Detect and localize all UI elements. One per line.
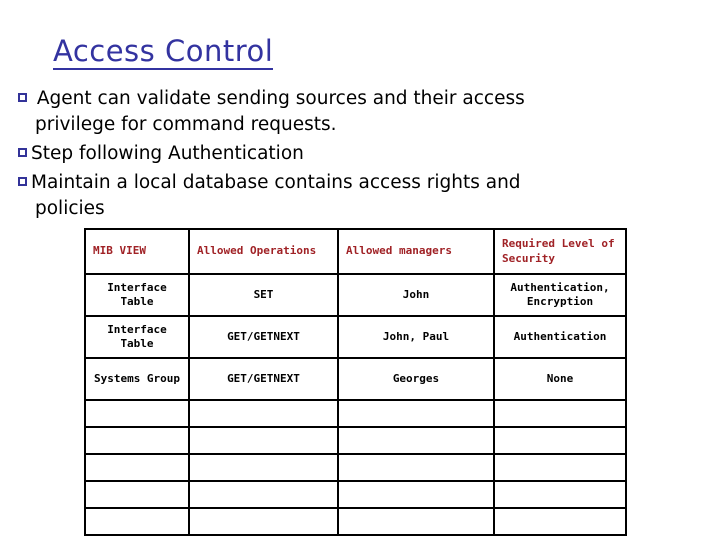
cell-empty xyxy=(337,453,495,482)
list-item: Maintain a local database contains acces… xyxy=(18,170,578,222)
table-header-row: MIB VIEW Allowed Operations Allowed mana… xyxy=(84,228,627,275)
cell-empty xyxy=(337,399,495,428)
cell-allowed-managers: Georges xyxy=(337,357,495,401)
table-row: Interface Table SET John Authentication,… xyxy=(84,273,627,317)
cell-empty xyxy=(188,426,339,455)
cell-empty xyxy=(493,453,627,482)
cell-empty xyxy=(493,426,627,455)
cell-empty xyxy=(84,480,190,509)
table-row: Systems Group GET/GETNEXT Georges None xyxy=(84,357,627,401)
cell-allowed-operations: SET xyxy=(188,273,339,317)
column-header-mib-view: MIB VIEW xyxy=(84,228,190,275)
table-row-empty xyxy=(84,399,627,428)
table-row-empty xyxy=(84,426,627,455)
column-header-allowed-operations: Allowed Operations xyxy=(188,228,339,275)
cell-empty xyxy=(493,507,627,536)
list-item: Step following Authentication xyxy=(18,141,578,167)
cell-empty xyxy=(493,480,627,509)
cell-empty xyxy=(337,480,495,509)
column-header-required-level-of-security: Required Level of Security xyxy=(493,228,627,275)
cell-empty xyxy=(493,399,627,428)
cell-allowed-operations: GET/GETNEXT xyxy=(188,315,339,359)
cell-empty xyxy=(84,426,190,455)
hollow-square-bullet-icon xyxy=(18,176,27,186)
list-item-label: Agent can validate sending sources and t… xyxy=(31,88,525,135)
cell-empty xyxy=(84,399,190,428)
bullet-list: Agent can validate sending sources and t… xyxy=(18,86,578,222)
cell-required-level-of-security: Authentication, Encryption xyxy=(493,273,627,317)
column-header-allowed-managers: Allowed managers xyxy=(337,228,495,275)
access-control-table: MIB VIEW Allowed Operations Allowed mana… xyxy=(84,228,627,536)
cell-empty xyxy=(84,507,190,536)
cell-mib-view: Interface Table xyxy=(84,273,190,317)
cell-allowed-managers: John xyxy=(337,273,495,317)
cell-allowed-operations: GET/GETNEXT xyxy=(188,357,339,401)
access-control-table-container: MIB VIEW Allowed Operations Allowed mana… xyxy=(84,228,627,536)
cell-empty xyxy=(188,480,339,509)
cell-mib-view: Systems Group xyxy=(84,357,190,401)
list-item-label: Maintain a local database contains acces… xyxy=(31,171,521,219)
cell-empty xyxy=(84,453,190,482)
cell-empty xyxy=(337,426,495,455)
page-title: Access Control xyxy=(53,35,274,71)
table-row-empty xyxy=(84,480,627,509)
cell-required-level-of-security: None xyxy=(493,357,627,401)
list-item-label: Step following Authentication xyxy=(31,142,304,164)
cell-empty xyxy=(188,507,339,536)
table-row-empty xyxy=(84,507,627,536)
cell-required-level-of-security: Authentication xyxy=(493,315,627,359)
hollow-square-bullet-icon xyxy=(18,93,27,102)
list-item: Agent can validate sending sources and t… xyxy=(18,86,578,138)
cell-empty xyxy=(188,453,339,482)
cell-mib-view: Interface Table xyxy=(84,315,190,359)
table-row: Interface Table GET/GETNEXT John, Paul A… xyxy=(84,315,627,359)
table-row-empty xyxy=(84,453,627,482)
cell-empty xyxy=(188,399,339,428)
cell-empty xyxy=(337,507,495,536)
cell-allowed-managers: John, Paul xyxy=(337,315,495,359)
hollow-square-bullet-icon xyxy=(18,147,27,157)
